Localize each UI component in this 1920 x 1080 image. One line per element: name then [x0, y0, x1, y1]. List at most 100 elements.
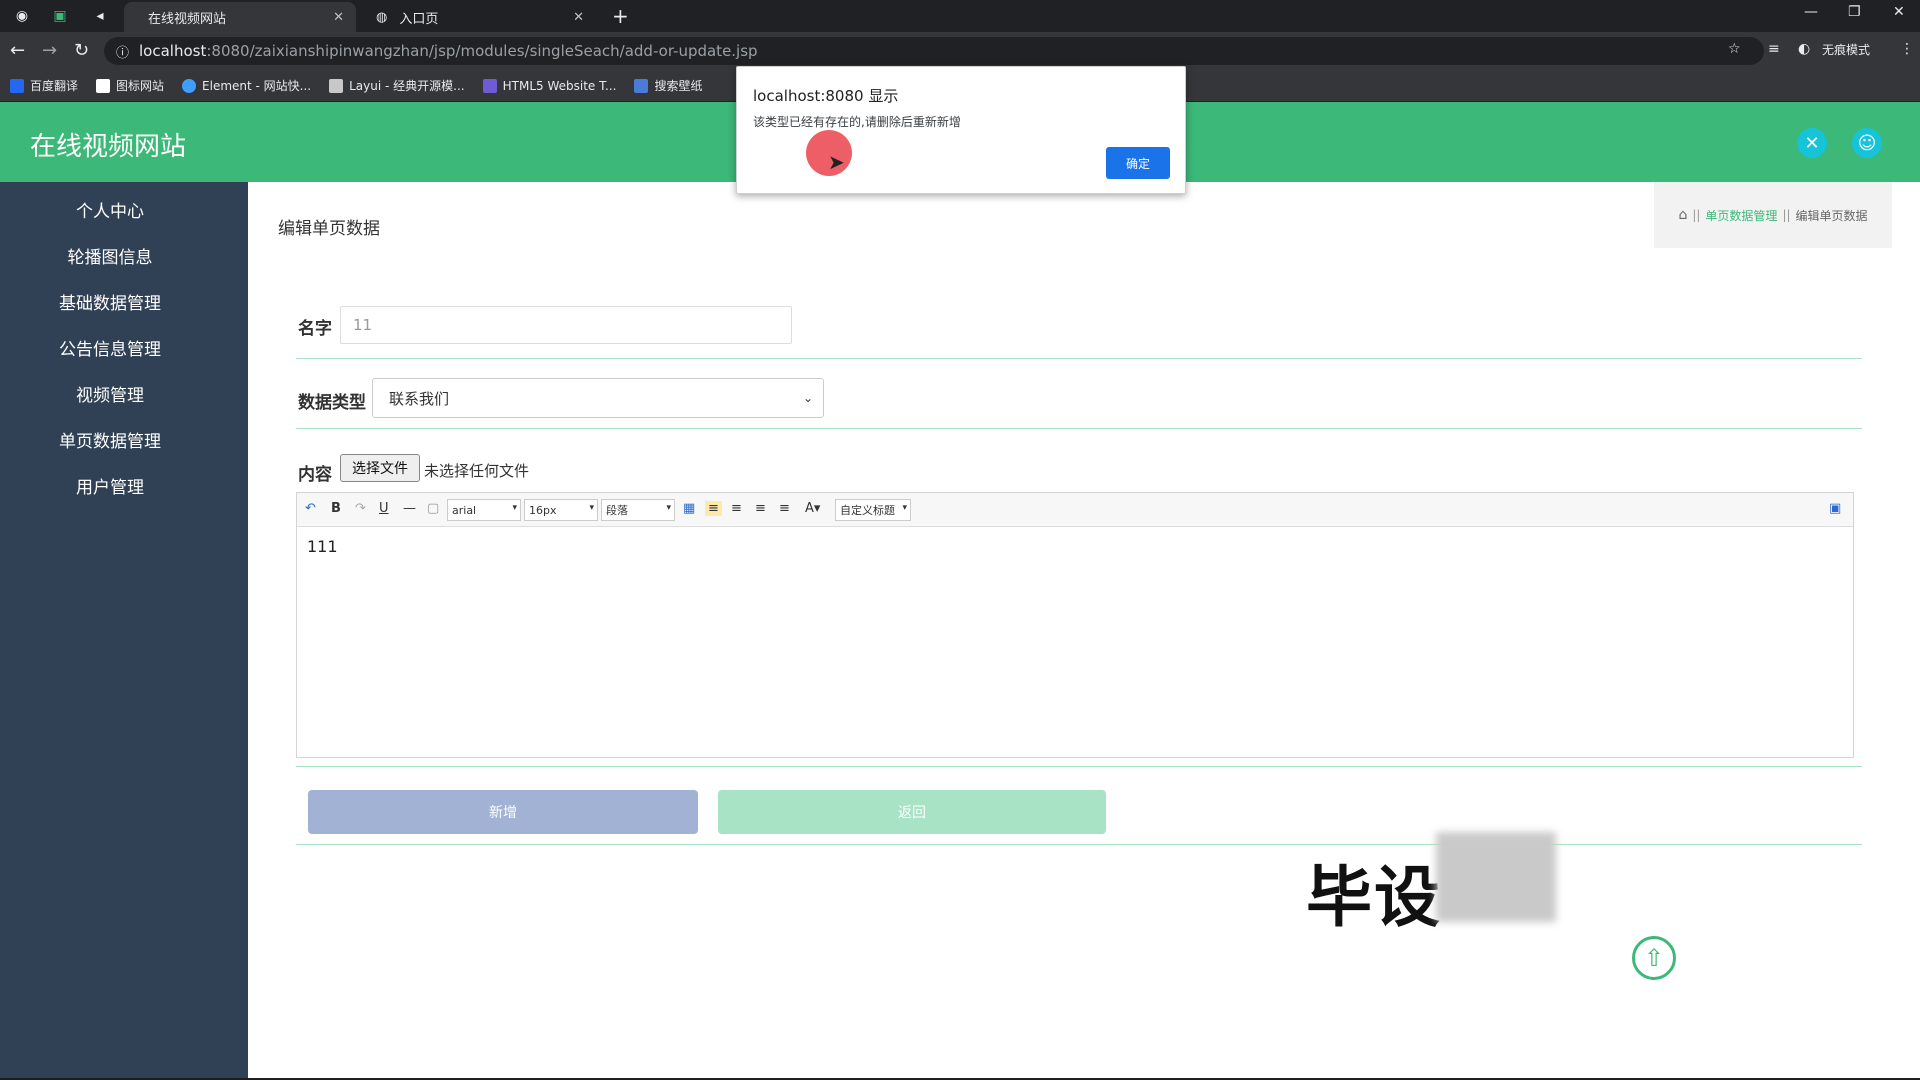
- chevron-down-icon: ▾: [902, 503, 907, 513]
- back-button[interactable]: 返回: [718, 790, 1106, 834]
- close-window-icon[interactable]: ✕: [1893, 4, 1905, 20]
- align-center-icon[interactable]: ≡: [755, 501, 766, 516]
- align-right-icon[interactable]: ≡: [731, 501, 742, 516]
- watermark: 毕设: [1306, 859, 1442, 936]
- scroll-top-button[interactable]: ⇧: [1632, 936, 1676, 980]
- alert-title: localhost:8080 显示: [753, 87, 899, 105]
- bookmark-item[interactable]: Layui - 经典开源模...: [329, 77, 465, 94]
- editor-toolbar: ↶ B ↷ U — ▢ arial ▾ 16px ▾ 段落 ▾ ▦ ≡ ≡ ≡ …: [297, 493, 1853, 527]
- flag-icon: [96, 78, 111, 93]
- breadcrumb-separator: ||: [1692, 208, 1701, 222]
- chevron-down-icon: ▾: [589, 503, 594, 513]
- breadcrumb-separator: ||: [1782, 208, 1791, 222]
- align-justify-icon[interactable]: ≡: [779, 501, 790, 516]
- fullscreen-icon[interactable]: ✕: [1797, 128, 1827, 158]
- paragraph-select[interactable]: 段落 ▾: [601, 499, 675, 521]
- alert-message: 该类型已经有存在的,请删除后重新新增: [753, 115, 961, 129]
- sidebar-item-videos[interactable]: 视频管理: [0, 370, 220, 416]
- sidebar-item-notices[interactable]: 公告信息管理: [0, 324, 220, 370]
- pinned-tab-icon[interactable]: ▣: [50, 6, 70, 26]
- bold-icon[interactable]: B: [331, 501, 341, 516]
- close-icon[interactable]: ✕: [573, 10, 584, 25]
- sidebar-item-users[interactable]: 用户管理: [0, 462, 220, 508]
- menu-icon[interactable]: ⋮: [1900, 41, 1914, 57]
- breadcrumb: ⌂ || 单页数据管理 || 编辑单页数据: [1654, 182, 1892, 248]
- close-icon[interactable]: ✕: [333, 10, 344, 25]
- file-status: 未选择任何文件: [424, 462, 530, 480]
- url-path: :8080/zaixianshipinwangzhan/jsp/modules/…: [206, 42, 758, 60]
- star-icon[interactable]: ☆: [1728, 41, 1741, 57]
- ok-button[interactable]: 确定: [1106, 147, 1170, 179]
- redo-icon[interactable]: ↷: [355, 501, 366, 516]
- name-label: 名字: [298, 319, 332, 339]
- page-title: 编辑单页数据: [278, 219, 380, 239]
- reading-list-icon[interactable]: ≡: [1768, 41, 1780, 57]
- breadcrumb-current: 编辑单页数据: [1795, 208, 1868, 223]
- bookmark-item[interactable]: Element - 网站快...: [182, 77, 311, 94]
- watermark-blur: [1436, 832, 1556, 922]
- reload-icon[interactable]: ↻: [74, 40, 89, 61]
- choose-file-button[interactable]: 选择文件: [340, 454, 420, 482]
- bookmark-icon: [182, 78, 197, 93]
- table-icon[interactable]: ▦: [683, 501, 695, 516]
- row-divider: [296, 428, 1862, 429]
- editor-content[interactable]: 111: [307, 537, 338, 556]
- sidebar-item-basic-data[interactable]: 基础数据管理: [0, 278, 220, 324]
- row-divider: [296, 844, 1862, 845]
- tab-title: 入口页: [399, 11, 439, 27]
- name-input[interactable]: 11: [340, 306, 792, 344]
- bookmark-item[interactable]: 图标网站: [96, 77, 164, 94]
- chevron-down-icon: ▾: [666, 503, 671, 513]
- chrome-menu-icon[interactable]: ◉: [12, 6, 32, 26]
- horizontal-rule-icon[interactable]: —: [403, 501, 416, 516]
- custom-title-select[interactable]: 自定义标题 ▾: [835, 499, 911, 521]
- browser-toolbar: ← → ↻ ⓘ localhost :8080/zaixianshipinwan…: [0, 32, 1920, 70]
- user-icon[interactable]: ☺: [1852, 128, 1882, 158]
- sidebar-item-single-page[interactable]: 单页数据管理: [0, 416, 220, 462]
- incognito-icon[interactable]: ◐: [1798, 41, 1810, 57]
- minimize-icon[interactable]: —: [1804, 4, 1818, 20]
- incognito-label: 无痕模式: [1822, 43, 1871, 57]
- mute-icon[interactable]: ◂: [90, 6, 110, 26]
- bookmark-icon: [10, 78, 24, 93]
- bookmark-icon: [329, 78, 344, 93]
- url-host: localhost: [139, 42, 207, 60]
- forward-icon[interactable]: →: [42, 40, 57, 61]
- bookmark-icon: [482, 78, 497, 93]
- home-icon[interactable]: ⌂: [1678, 207, 1687, 223]
- chevron-down-icon: ⌄: [802, 391, 813, 405]
- font-family-select[interactable]: arial ▾: [447, 499, 521, 521]
- content-label: 内容: [298, 465, 332, 485]
- font-size-select[interactable]: 16px ▾: [524, 499, 598, 521]
- sidebar-item-carousel[interactable]: 轮播图信息: [0, 232, 220, 278]
- back-icon[interactable]: ←: [10, 40, 25, 61]
- tab-title: 在线视频网站: [148, 11, 227, 27]
- bookmark-icon: [634, 78, 649, 93]
- align-left-icon[interactable]: ≡: [705, 501, 722, 516]
- type-select[interactable]: 联系我们 ⌄: [372, 378, 824, 418]
- bookmark-item[interactable]: 百度翻译: [10, 77, 78, 94]
- web-app: 在线视频网站 ✕ ☺ 个人中心 轮播图信息 基础数据管理 公告信息管理 视频管理…: [0, 102, 1920, 1078]
- breadcrumb-link[interactable]: 单页数据管理: [1705, 207, 1777, 224]
- underline-icon[interactable]: U: [379, 501, 389, 516]
- tab-inactive[interactable]: ◍ 入口页 ✕: [364, 2, 596, 32]
- type-label: 数据类型: [298, 393, 366, 413]
- bookmark-item[interactable]: HTML5 Website T...: [482, 78, 616, 93]
- submit-button[interactable]: 新增: [308, 790, 698, 834]
- sidebar-item-profile[interactable]: 个人中心: [0, 186, 220, 232]
- row-divider: [296, 358, 1862, 359]
- sidebar: 个人中心 轮播图信息 基础数据管理 公告信息管理 视频管理 单页数据管理 用户管…: [0, 182, 248, 1078]
- address-bar[interactable]: ⓘ localhost :8080/zaixianshipinwangzhan/…: [104, 37, 1764, 65]
- clear-format-icon[interactable]: ▢: [427, 501, 439, 516]
- globe-icon: ◍: [376, 9, 388, 25]
- tab-active[interactable]: 在线视频网站 ✕: [124, 2, 356, 32]
- restore-icon[interactable]: ❐: [1848, 4, 1861, 20]
- arrow-up-icon: ⇧: [1643, 944, 1665, 972]
- fullscreen-editor-icon[interactable]: ▣: [1829, 501, 1841, 516]
- info-icon[interactable]: ⓘ: [116, 42, 129, 61]
- cursor-icon: ➤: [828, 150, 845, 174]
- undo-icon[interactable]: ↶: [305, 501, 316, 516]
- bookmark-item[interactable]: 搜索壁纸: [634, 77, 702, 94]
- new-tab-button[interactable]: +: [612, 4, 629, 28]
- font-color-icon[interactable]: A▾: [805, 501, 820, 516]
